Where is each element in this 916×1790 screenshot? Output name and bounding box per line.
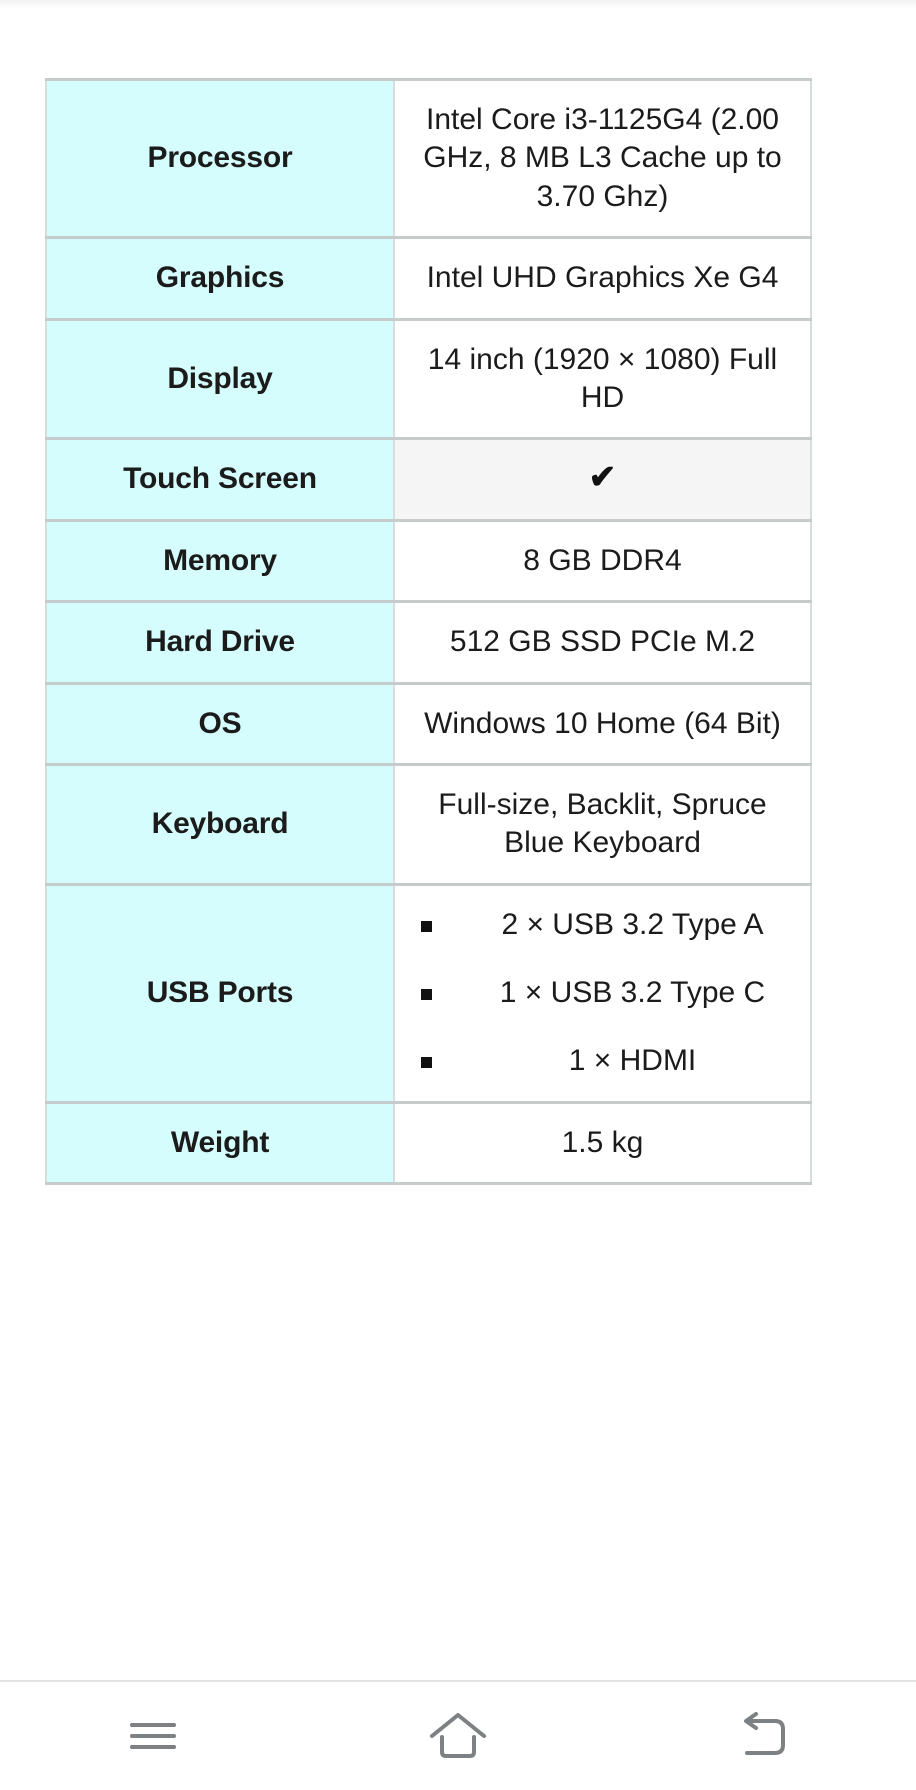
spec-label-cell: Keyboard	[45, 764, 395, 885]
table-row: Graphics Intel UHD Graphics Xe G4	[45, 237, 812, 320]
spec-value-cell: 2 × USB 3.2 Type A 1 × USB 3.2 Type C 1 × …	[393, 884, 812, 1103]
spec-value-cell: Intel UHD Graphics Xe G4	[393, 237, 812, 320]
spec-label-cell: Touch Screen	[45, 438, 395, 521]
back-button[interactable]	[683, 1682, 843, 1790]
list-item-label: 2 × USB 3.2 Type A	[501, 907, 764, 941]
table-row: USB Ports 2 × USB 3.2 Type A 1 × USB 3.2 T…	[45, 884, 812, 1103]
list-item: 2 × USB 3.2 Type A	[421, 906, 798, 944]
spec-value-cell: 512 GB SSD PCIe M.2	[393, 601, 812, 684]
home-button[interactable]	[378, 1682, 538, 1790]
list-item-label: 1 × USB 3.2 Type C	[499, 976, 766, 1010]
status-strip	[0, 0, 916, 9]
table-row: Display 14 inch (1920 × 1080) Full HD	[45, 319, 812, 439]
spec-value-cell: 8 GB DDR4	[393, 520, 812, 602]
square-bullet-icon	[421, 920, 432, 932]
specification-table: Processor Intel Core i3-1125G4 (2.00 GHz,…	[45, 78, 812, 1185]
table-row: Touch Screen ✔	[45, 438, 812, 521]
android-navigation-bar	[0, 1680, 916, 1790]
spec-label-cell: Display	[45, 319, 395, 439]
specification-table-body: Processor Intel Core i3-1125G4 (2.00 GHz,…	[45, 79, 812, 1184]
spec-value-cell: ✔	[393, 438, 812, 521]
spec-label-cell: Processor	[45, 79, 395, 238]
home-icon	[427, 1709, 489, 1763]
back-arrow-icon	[734, 1711, 792, 1761]
table-row: OS Windows 10 Home (64 Bit)	[45, 683, 812, 765]
spec-label-cell: USB Ports	[45, 884, 395, 1103]
table-row: Processor Intel Core i3-1125G4 (2.00 GHz,…	[45, 79, 812, 238]
spec-value-cell: 1.5 kg	[393, 1102, 812, 1184]
spec-label-cell: OS	[45, 683, 395, 765]
spec-label-cell: Graphics	[45, 237, 395, 320]
table-row: Weight 1.5 kg	[45, 1102, 812, 1184]
table-row: Hard Drive 512 GB SSD PCIe M.2	[45, 601, 812, 684]
spec-value-cell: Intel Core i3-1125G4 (2.00 GHz, 8 MB L3 …	[393, 79, 812, 238]
spec-value-cell: 14 inch (1920 × 1080) Full HD	[393, 319, 812, 439]
recents-button[interactable]	[73, 1682, 233, 1790]
checkmark-icon: ✔	[588, 458, 617, 496]
port-list: 2 × USB 3.2 Type A 1 × USB 3.2 Type C 1 × …	[407, 906, 798, 1081]
list-item: 1 × USB 3.2 Type C	[421, 974, 798, 1012]
spec-label-cell: Hard Drive	[45, 601, 395, 684]
menu-icon	[126, 1716, 180, 1756]
spec-value-cell: Full-size, Backlit, Spruce Blue Keyboard	[393, 764, 812, 885]
square-bullet-icon	[421, 989, 432, 1001]
spec-label-cell: Weight	[45, 1102, 395, 1184]
spec-label-cell: Memory	[45, 520, 395, 602]
table-row: Memory 8 GB DDR4	[45, 520, 812, 602]
page-scroll-area[interactable]: Processor Intel Core i3-1125G4 (2.00 GHz,…	[0, 9, 916, 1680]
spec-value-cell: Windows 10 Home (64 Bit)	[393, 683, 812, 765]
list-item-label: 1 × HDMI	[568, 1044, 697, 1078]
square-bullet-icon	[421, 1057, 432, 1069]
list-item: 1 × HDMI	[421, 1042, 798, 1080]
table-row: Keyboard Full-size, Backlit, Spruce Blue …	[45, 764, 812, 885]
